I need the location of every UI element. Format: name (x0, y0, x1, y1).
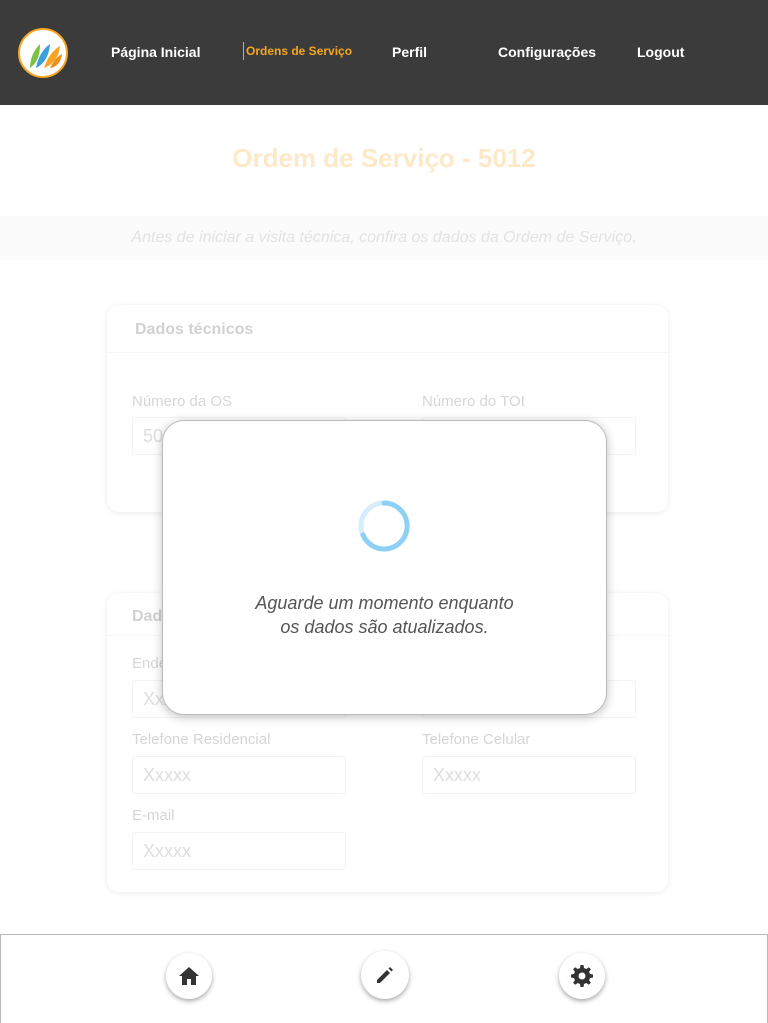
nav-logout[interactable]: Logout (637, 44, 684, 60)
home-button[interactable] (166, 953, 212, 999)
email-label: E-mail (132, 807, 175, 824)
toi-number-label: Número do TOI (422, 393, 525, 410)
residential-phone-field[interactable]: Xxxxx (132, 756, 346, 794)
nav-home[interactable]: Página Inicial (111, 44, 200, 60)
nav-service-orders[interactable]: Ordens de Serviço (243, 42, 352, 60)
pencil-icon (377, 967, 393, 983)
nav-profile[interactable]: Perfil (392, 44, 427, 60)
settings-button[interactable] (559, 953, 605, 999)
loading-spinner-icon (358, 500, 410, 552)
gear-icon (571, 965, 593, 987)
residential-phone-label: Telefone Residencial (132, 731, 271, 748)
card-title: Dados técnicos (135, 321, 254, 338)
home-icon (179, 967, 199, 985)
card-header: Dados técnicos (107, 305, 668, 353)
top-navbar: Página Inicial Ordens de Serviço Perfil … (0, 0, 768, 105)
loading-message-line-2: os dados são atualizados. (280, 617, 489, 637)
page-subtitle: Antes de iniciar a visita técnica, confi… (131, 229, 637, 246)
bottom-toolbar (0, 934, 768, 1023)
mobile-phone-field[interactable]: Xxxxx (422, 756, 636, 794)
nav-settings[interactable]: Configurações (498, 44, 596, 60)
logo-icon[interactable] (18, 28, 68, 78)
loading-message-line-1: Aguarde um momento enquanto (255, 593, 514, 613)
os-number-label: Número da OS (132, 393, 233, 410)
page-title: Ordem de Serviço - 5012 (232, 143, 536, 173)
mobile-phone-label: Telefone Celular (422, 731, 531, 748)
email-field[interactable]: Xxxxx (132, 832, 346, 870)
loading-message: Aguarde um momento enquanto os dados são… (163, 591, 606, 639)
loading-modal: Aguarde um momento enquanto os dados são… (162, 420, 607, 715)
edit-button[interactable] (361, 951, 409, 999)
